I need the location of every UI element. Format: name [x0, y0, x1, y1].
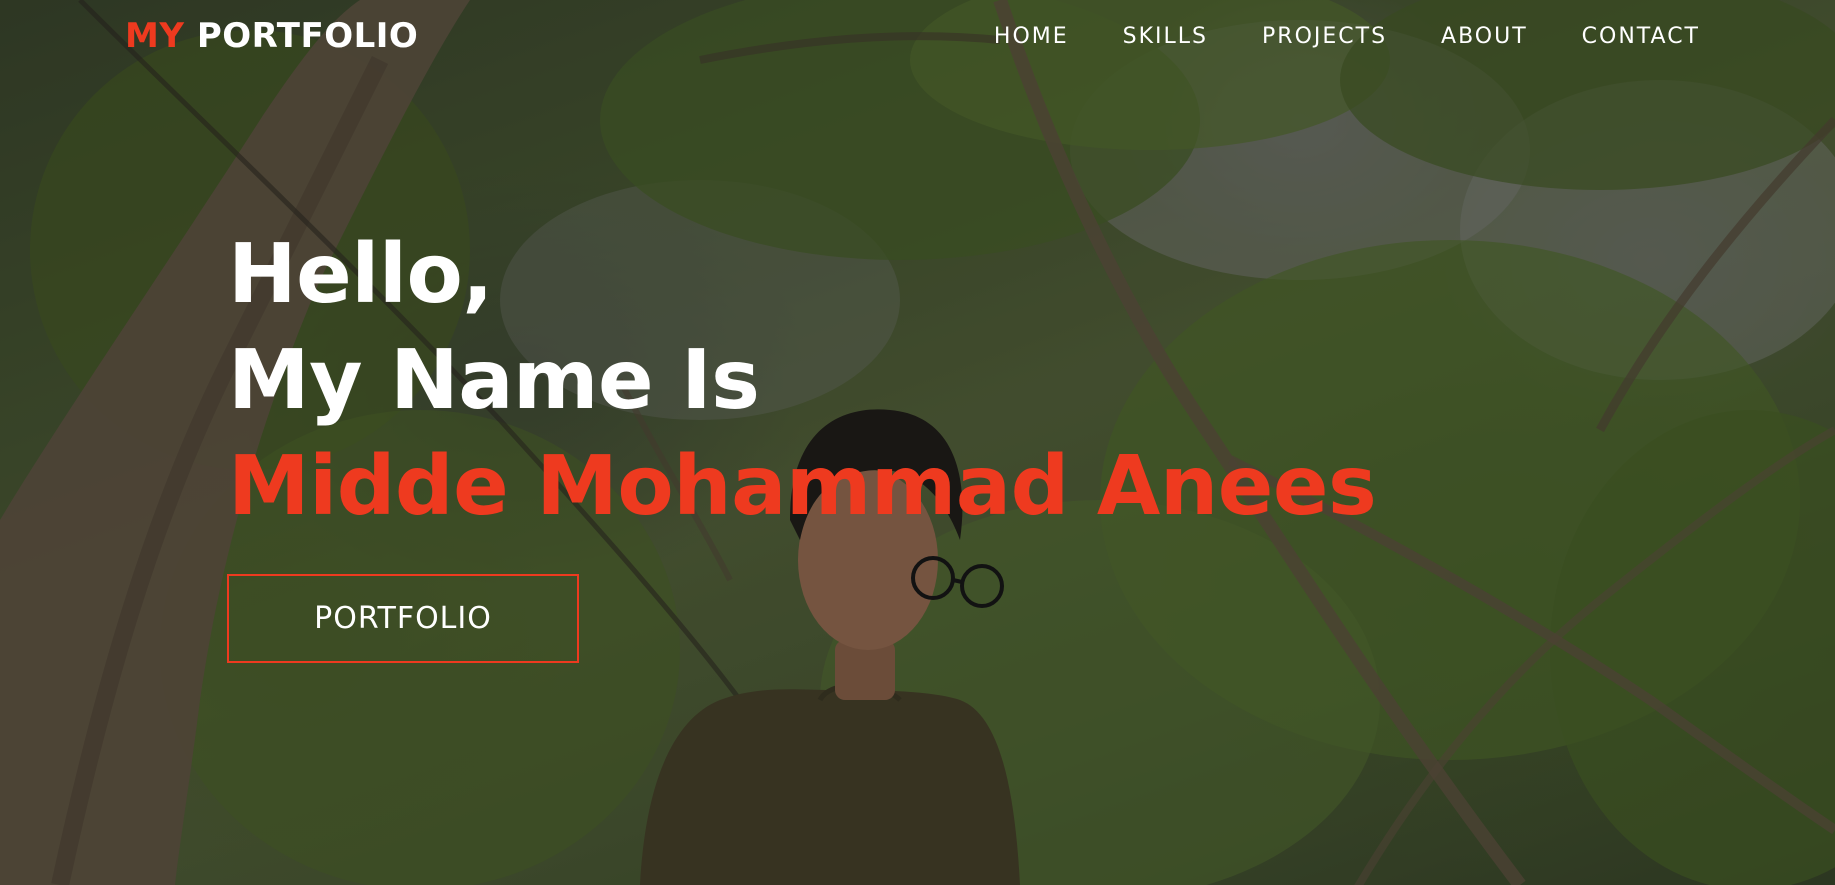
- logo-accent: MY: [125, 16, 185, 56]
- hero-intro-line: My Name Is: [228, 333, 760, 428]
- main-nav: HOME SKILLS PROJECTS ABOUT CONTACT: [994, 24, 1700, 49]
- hero-name: Midde Mohammad Anees: [228, 439, 1377, 534]
- nav-link-skills[interactable]: SKILLS: [1123, 24, 1208, 49]
- logo-text: PORTFOLIO: [196, 16, 419, 56]
- navbar: MY PORTFOLIO HOME SKILLS PROJECTS ABOUT …: [0, 0, 1835, 75]
- hero-intro: Hello, My Name Is Midde Mohammad Anees: [228, 222, 1377, 540]
- site-logo[interactable]: MY PORTFOLIO: [125, 16, 418, 56]
- nav-link-projects[interactable]: PROJECTS: [1262, 24, 1387, 49]
- nav-link-about[interactable]: ABOUT: [1441, 24, 1528, 49]
- hero-section: MY PORTFOLIO HOME SKILLS PROJECTS ABOUT …: [0, 0, 1835, 885]
- hero-greeting: Hello,: [228, 227, 493, 322]
- nav-link-home[interactable]: HOME: [994, 24, 1069, 49]
- nav-link-contact[interactable]: CONTACT: [1582, 24, 1700, 49]
- portfolio-button[interactable]: PORTFOLIO: [227, 574, 579, 663]
